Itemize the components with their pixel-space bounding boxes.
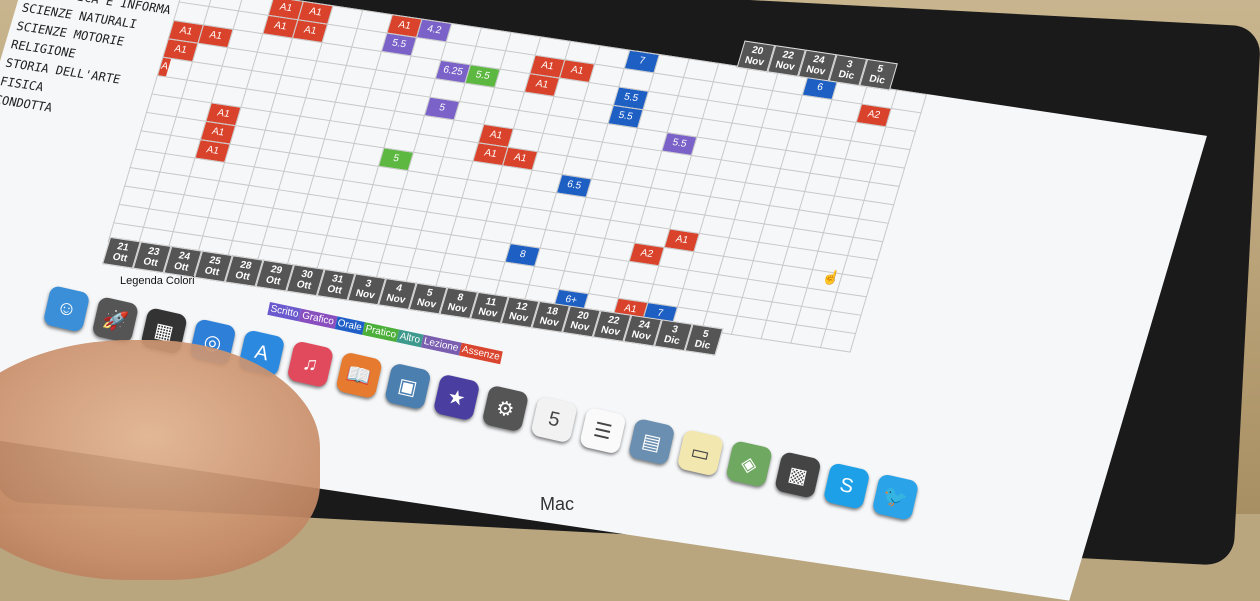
skype-icon[interactable]: S	[822, 462, 871, 510]
photo-browser-icon[interactable]: ▤	[627, 417, 676, 466]
legend-title: Legenda Colori	[120, 275, 195, 287]
maps-icon[interactable]: ◈	[725, 439, 774, 488]
preview-icon[interactable]: ▣	[383, 362, 432, 411]
grade-cell[interactable]	[820, 329, 856, 353]
laptop-brand-text: Mac	[540, 494, 575, 514]
system-preferences-icon[interactable]: ⚙	[481, 384, 530, 433]
notes-icon[interactable]: ▭	[676, 428, 725, 477]
ibooks-icon[interactable]: 📖	[335, 351, 384, 400]
itunes-icon[interactable]: ♫	[286, 340, 335, 389]
imovie-icon[interactable]: ★	[432, 373, 481, 422]
launchpad-icon[interactable]: 🚀	[91, 295, 140, 344]
reminders-icon[interactable]: ☰	[578, 406, 627, 455]
hand	[0, 340, 320, 580]
date-header-cell: 5 Dic	[684, 323, 724, 356]
finder-icon[interactable]: ☺	[42, 284, 91, 333]
image-capture-icon[interactable]: ▩	[773, 451, 822, 499]
calendar-icon[interactable]: 5	[530, 395, 579, 444]
